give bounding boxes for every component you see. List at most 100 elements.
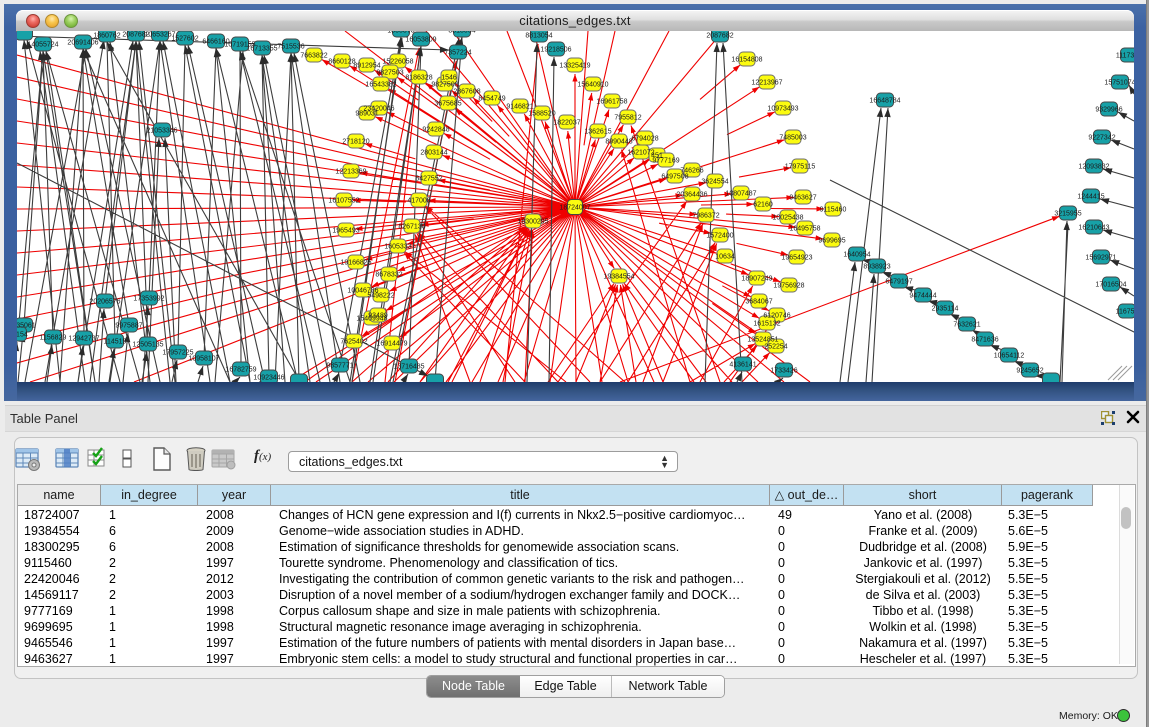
- svg-text:16914479: 16914479: [376, 340, 407, 347]
- svg-text:3675685: 3675685: [434, 100, 461, 107]
- svg-text:8678332: 8678332: [375, 271, 402, 278]
- svg-text:1546: 1546: [441, 74, 457, 81]
- svg-text:6120746: 6120746: [763, 312, 790, 319]
- svg-text:19384554: 19384554: [603, 273, 634, 280]
- svg-text:2935114: 2935114: [932, 305, 959, 312]
- svg-text:8938923: 8938923: [863, 263, 890, 270]
- svg-text:8912954: 8912954: [353, 62, 380, 69]
- svg-text:17016504: 17016504: [1095, 281, 1126, 288]
- svg-text:1805373: 1805373: [387, 31, 414, 34]
- svg-text:20364436: 20364436: [676, 191, 707, 198]
- svg-text:7632621: 7632621: [953, 321, 980, 328]
- svg-text:21053346: 21053346: [146, 127, 177, 134]
- svg-text:9827508: 9827508: [431, 81, 458, 88]
- svg-text:8813054: 8813054: [448, 31, 475, 34]
- svg-text:252254: 252254: [764, 343, 787, 350]
- svg-text:7515536: 7515536: [277, 43, 304, 50]
- svg-text:1822037: 1822037: [553, 119, 580, 126]
- svg-text:114519: 114519: [104, 338, 127, 345]
- svg-text:2867608: 2867608: [453, 88, 480, 95]
- svg-text:9474444: 9474444: [909, 292, 936, 299]
- svg-text:9699695: 9699695: [818, 237, 845, 244]
- svg-text:6479197: 6479197: [885, 278, 912, 285]
- svg-text:93489: 93489: [368, 312, 388, 319]
- svg-text:16713355: 16713355: [246, 45, 277, 52]
- svg-text:10923446: 10923446: [253, 374, 284, 381]
- svg-text:1588520: 1588520: [528, 110, 555, 117]
- svg-text:1605333: 1605333: [384, 243, 411, 250]
- svg-text:116753: 116753: [1116, 308, 1134, 315]
- svg-text:15226058: 15226058: [382, 58, 413, 65]
- svg-text:7955812: 7955812: [614, 114, 641, 121]
- svg-text:1860762: 1860762: [93, 32, 120, 39]
- svg-text:13716485: 13716485: [393, 363, 424, 370]
- svg-text:989031: 989031: [355, 110, 378, 117]
- svg-text:10958107: 10958107: [188, 355, 219, 362]
- svg-text:8660128: 8660128: [328, 58, 355, 65]
- svg-text:835061: 835061: [17, 322, 36, 329]
- svg-text:9463627: 9463627: [789, 194, 816, 201]
- svg-text:7986372: 7986372: [692, 212, 719, 219]
- svg-text:13524851: 13524851: [747, 336, 778, 343]
- svg-text:17353992: 17353992: [133, 295, 164, 302]
- svg-text:7663822: 7663822: [300, 52, 327, 59]
- svg-text:12213369: 12213369: [335, 168, 366, 175]
- svg-text:7357224: 7357224: [444, 49, 471, 56]
- svg-text:9146821: 9146821: [506, 103, 533, 110]
- svg-text:8427552: 8427552: [415, 175, 442, 182]
- svg-text:1572400: 1572400: [706, 232, 733, 239]
- svg-text:10654112: 10654112: [994, 352, 1025, 359]
- svg-text:9329966: 9329966: [1095, 106, 1122, 113]
- svg-text:8454749: 8454749: [478, 95, 505, 102]
- svg-text:15692971: 15692971: [1085, 254, 1116, 261]
- svg-text:9242848: 9242848: [422, 126, 449, 133]
- svg-text:62160: 62160: [753, 201, 773, 208]
- svg-text:16053809: 16053809: [405, 36, 436, 43]
- svg-text:2803144: 2803144: [420, 149, 447, 156]
- svg-text:3215955: 3215955: [1054, 210, 1081, 217]
- svg-text:1615132: 1615132: [753, 320, 780, 327]
- svg-text:15640910: 15640910: [577, 81, 608, 88]
- svg-text:9857771: 9857771: [326, 362, 353, 369]
- svg-text:3624554: 3624554: [701, 178, 728, 185]
- svg-text:9777169: 9777169: [652, 157, 679, 164]
- svg-text:8267130: 8267130: [398, 223, 425, 230]
- svg-text:7625402: 7625402: [340, 338, 367, 345]
- svg-text:17975115: 17975115: [785, 163, 816, 170]
- svg-text:16154808: 16154808: [731, 56, 762, 63]
- svg-text:1733426: 1733426: [770, 367, 797, 374]
- svg-text:15751074: 15751074: [1104, 79, 1134, 86]
- svg-text:18300295: 18300295: [517, 218, 548, 225]
- svg-text:6497508: 6497508: [661, 173, 688, 180]
- svg-text:19756928: 19756928: [773, 282, 804, 289]
- svg-text:12213967: 12213967: [751, 79, 782, 86]
- svg-text:2718120: 2718120: [342, 138, 369, 145]
- svg-text:13325419: 13325419: [559, 62, 590, 69]
- svg-text:10634: 10634: [715, 253, 735, 260]
- svg-text:16210643: 16210643: [1078, 224, 1109, 231]
- svg-text:1965493: 1965493: [332, 227, 359, 234]
- svg-text:18724007: 18724007: [559, 204, 590, 211]
- svg-text:19218506: 19218506: [540, 46, 571, 53]
- svg-text:2087682: 2087682: [706, 32, 733, 39]
- svg-text:10025438: 10025438: [772, 214, 803, 221]
- svg-text:19166825: 19166825: [340, 259, 371, 266]
- svg-text:16782759: 16782759: [225, 366, 256, 373]
- svg-text:4136141: 4136141: [729, 361, 756, 368]
- svg-text:1244415: 1244415: [1077, 193, 1104, 200]
- svg-text:18907249: 18907249: [741, 275, 772, 282]
- svg-text:5498222: 5498222: [367, 292, 394, 299]
- svg-text:9115460: 9115460: [820, 206, 847, 213]
- svg-text:16107552: 16107552: [328, 197, 359, 204]
- svg-text:9245652: 9245652: [1016, 367, 1043, 374]
- svg-text:19654923: 19654923: [781, 254, 812, 261]
- svg-text:16495758: 16495758: [789, 225, 820, 232]
- svg-text:1640954: 1640954: [843, 251, 870, 258]
- svg-text:12093832: 12093832: [1078, 163, 1109, 170]
- svg-text:3684067: 3684067: [745, 298, 772, 305]
- svg-text:9827503: 9827503: [376, 69, 403, 76]
- svg-text:1362615: 1362615: [584, 128, 611, 135]
- svg-text:9975887: 9975887: [115, 322, 142, 329]
- svg-text:9227342: 9227342: [1088, 134, 1115, 141]
- svg-text:8186328: 8186328: [405, 74, 432, 81]
